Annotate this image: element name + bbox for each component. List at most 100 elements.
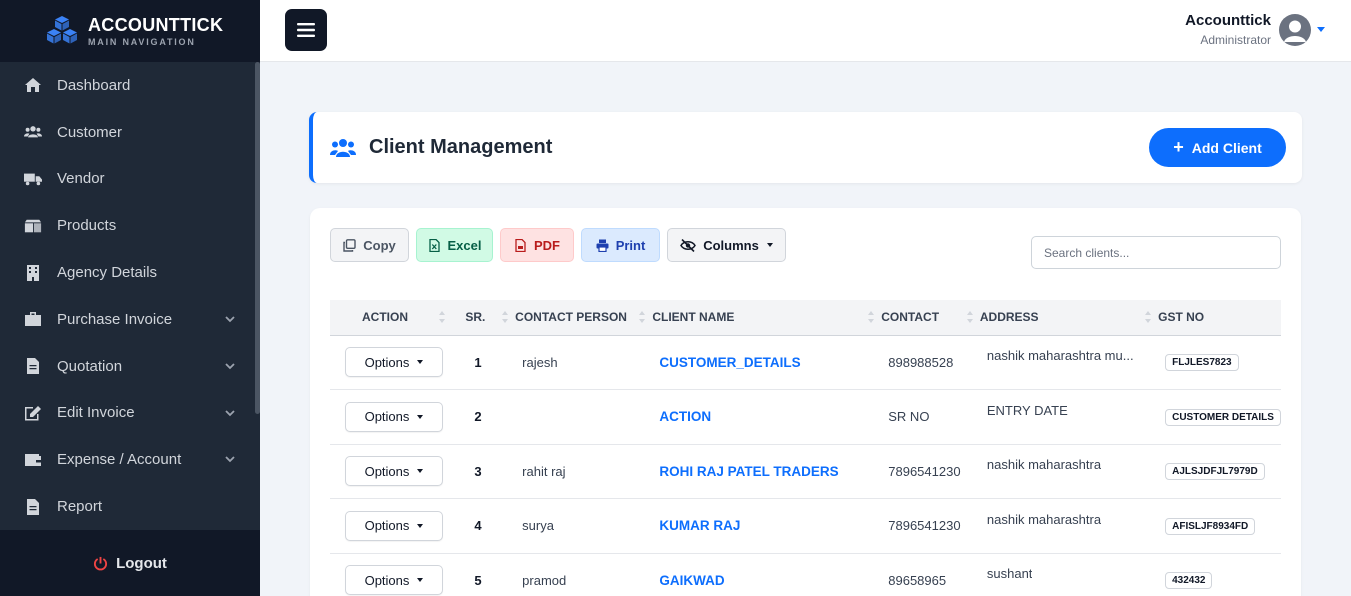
sidebar-item-label: Purchase Invoice bbox=[57, 310, 173, 328]
contact-cell: 89658965 bbox=[888, 572, 947, 588]
client-name-link[interactable]: ROHI RAJ PATEL TRADERS bbox=[659, 464, 838, 479]
options-button[interactable]: Options bbox=[345, 347, 443, 378]
gst-badge: FLJLES7823 bbox=[1165, 354, 1239, 372]
pdf-file-icon bbox=[515, 238, 526, 252]
sidebar-item-expense-account[interactable]: Expense / Account bbox=[0, 436, 260, 483]
sidebar-item-edit-invoice[interactable]: Edit Invoice bbox=[0, 390, 260, 437]
column-header-contact-person[interactable]: CONTACT PERSON bbox=[515, 300, 653, 336]
excel-button[interactable]: Excel bbox=[416, 228, 493, 262]
address-cell: nashik maharashtra bbox=[986, 457, 1102, 473]
sidebar-item-vendor[interactable]: Vendor bbox=[0, 156, 260, 203]
contact-person-cell bbox=[515, 390, 652, 445]
cubes-logo-icon bbox=[47, 16, 77, 44]
sidebar-item-label: Dashboard bbox=[57, 76, 131, 94]
building-icon bbox=[23, 264, 43, 282]
logout-button[interactable]: Logout bbox=[0, 530, 260, 596]
client-name-link[interactable]: CUSTOMER_DETAILS bbox=[659, 355, 800, 370]
pdf-label: PDF bbox=[534, 237, 560, 253]
column-header-address[interactable]: ADDRESS bbox=[979, 300, 1159, 336]
sidebar-item-customer[interactable]: Customer bbox=[0, 109, 260, 156]
sidebar-item-label: Expense / Account bbox=[57, 451, 182, 469]
sidebar-item-report[interactable]: Report bbox=[0, 483, 260, 530]
chevron-down-icon bbox=[225, 316, 235, 323]
column-header-gst-no[interactable]: GST NO bbox=[1158, 300, 1281, 336]
contact-person-cell: surya bbox=[522, 518, 554, 534]
table-row: Options 5 pramod GAIKWAD 89658965 sushan… bbox=[330, 553, 1281, 596]
column-header-sr[interactable]: SR. bbox=[452, 300, 516, 336]
caret-down-icon bbox=[417, 414, 424, 419]
copy-button[interactable]: Copy bbox=[330, 228, 409, 262]
table-header-row: ACTION SR. CONTACT PERSON CLIENT NAME CO… bbox=[330, 300, 1281, 336]
client-name-link[interactable]: KUMAR RAJ bbox=[659, 518, 740, 533]
pdf-button[interactable]: PDF bbox=[500, 228, 574, 262]
contact-cell: 7896541230 bbox=[888, 518, 961, 534]
sr-cell: 5 bbox=[474, 572, 482, 588]
sr-cell: 4 bbox=[474, 518, 482, 534]
sidebar-item-label: Vendor bbox=[57, 170, 105, 188]
table-row: Options 4 surya KUMAR RAJ 7896541230 nas… bbox=[330, 499, 1281, 553]
column-header-action[interactable]: ACTION bbox=[330, 300, 453, 336]
sr-cell: 2 bbox=[474, 409, 482, 425]
sidebar-item-label: Customer bbox=[57, 123, 123, 141]
add-client-button[interactable]: + Add Client bbox=[1149, 128, 1286, 167]
options-button[interactable]: Options bbox=[345, 510, 443, 541]
sidebar-scrollbar[interactable] bbox=[255, 62, 260, 414]
page-title: Client Management bbox=[369, 136, 553, 158]
sort-icon bbox=[966, 311, 973, 323]
column-header-client-name[interactable]: CLIENT NAME bbox=[652, 300, 882, 336]
sr-cell: 1 bbox=[474, 354, 482, 370]
print-button[interactable]: Print bbox=[581, 228, 660, 262]
sidebar-item-purchase-invoice[interactable]: Purchase Invoice bbox=[0, 296, 260, 343]
contact-person-cell: rahit raj bbox=[522, 463, 566, 479]
add-client-label: Add Client bbox=[1191, 139, 1262, 156]
options-button[interactable]: Options bbox=[345, 456, 443, 487]
caret-down-icon bbox=[417, 523, 424, 528]
sidebar-item-quotation[interactable]: Quotation bbox=[0, 343, 260, 390]
options-button[interactable]: Options bbox=[345, 401, 443, 432]
clients-table: ACTION SR. CONTACT PERSON CLIENT NAME CO… bbox=[330, 300, 1281, 596]
address-cell: nashik maharashtra mu... bbox=[986, 348, 1134, 364]
user-menu[interactable]: Accounttick Administrator bbox=[1185, 12, 1325, 47]
boxes-icon bbox=[23, 217, 43, 235]
caret-down-icon bbox=[417, 578, 424, 583]
avatar[interactable] bbox=[1279, 13, 1311, 46]
client-name-link[interactable]: ACTION bbox=[659, 409, 711, 424]
home-icon bbox=[23, 76, 43, 94]
users-icon bbox=[23, 123, 43, 141]
contact-cell: 898988528 bbox=[888, 354, 954, 370]
power-icon bbox=[94, 556, 108, 570]
sidebar-item-products[interactable]: Products bbox=[0, 202, 260, 249]
eye-slash-icon bbox=[680, 238, 697, 252]
edit-icon bbox=[23, 404, 43, 422]
brand[interactable]: ACCOUNTTICK MAIN NAVIGATION bbox=[0, 0, 260, 62]
truck-icon bbox=[23, 170, 43, 188]
columns-dropdown-button[interactable]: Columns bbox=[667, 228, 786, 262]
sr-cell: 3 bbox=[474, 463, 482, 479]
brand-name: ACCOUNTTICK bbox=[88, 15, 224, 35]
gst-badge: 432432 bbox=[1165, 572, 1213, 590]
sidebar-item-dashboard[interactable]: Dashboard bbox=[0, 62, 260, 109]
column-header-contact[interactable]: CONTACT bbox=[881, 300, 980, 336]
logout-label: Logout bbox=[116, 554, 167, 572]
client-name-link[interactable]: GAIKWAD bbox=[659, 573, 724, 588]
search-input[interactable] bbox=[1031, 236, 1281, 269]
sort-icon bbox=[502, 311, 509, 323]
printer-icon bbox=[596, 239, 609, 252]
address-cell: sushant bbox=[986, 566, 1033, 582]
contact-cell: 7896541230 bbox=[888, 463, 961, 479]
sidebar-item-label: Edit Invoice bbox=[57, 404, 135, 422]
gst-badge: AFISLJF8934FD bbox=[1165, 517, 1256, 535]
columns-label: Columns bbox=[703, 237, 759, 253]
brand-subtitle: MAIN NAVIGATION bbox=[88, 37, 196, 47]
sort-icon bbox=[1145, 311, 1152, 323]
caret-down-icon bbox=[417, 360, 424, 365]
contact-person-cell: pramod bbox=[522, 572, 567, 588]
table-row: Options 2 ACTION SR NO ENTRY DATE CUSTOM… bbox=[330, 390, 1281, 445]
excel-file-icon bbox=[428, 238, 440, 252]
options-button[interactable]: Options bbox=[345, 565, 443, 596]
sidebar-item-agency-details[interactable]: Agency Details bbox=[0, 249, 260, 296]
user-role: Administrator bbox=[1200, 33, 1271, 47]
address-cell: nashik maharashtra bbox=[986, 511, 1102, 527]
menu-toggle-button[interactable] bbox=[285, 9, 327, 51]
sidebar-nav: Dashboard Customer Vendor Products Agenc… bbox=[0, 62, 260, 530]
